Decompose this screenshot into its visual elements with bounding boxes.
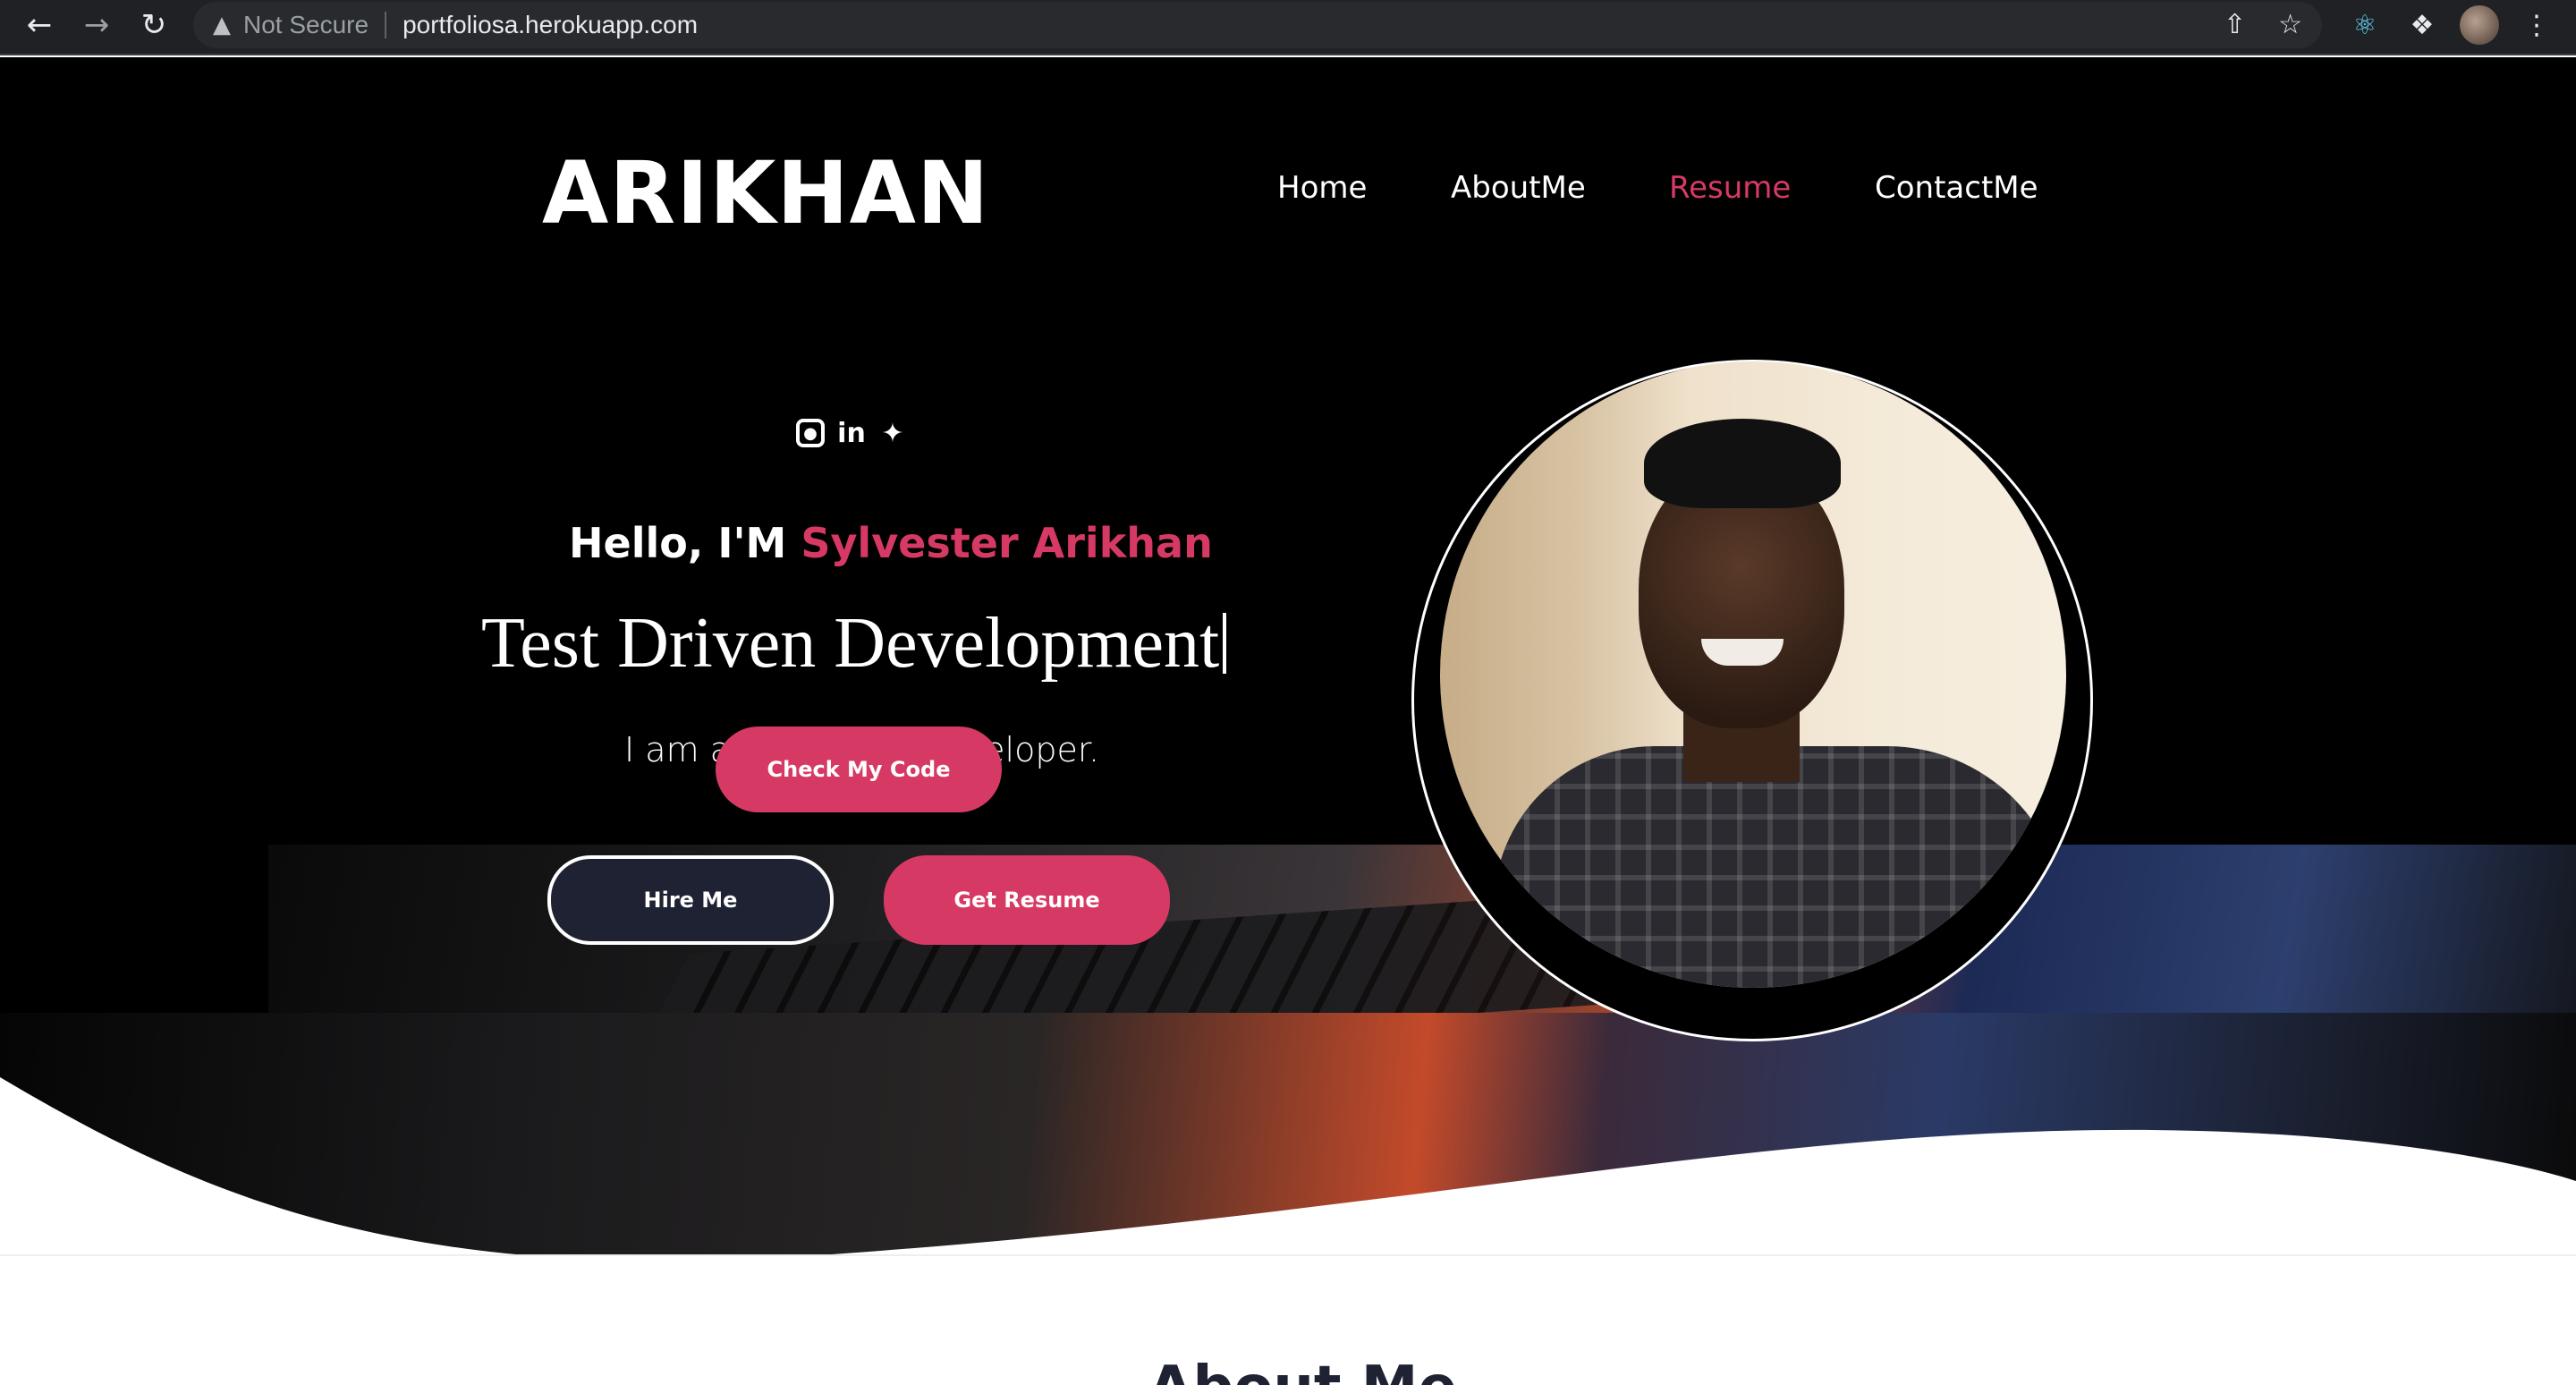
nav-aboutme[interactable]: AboutMe <box>1451 170 1586 206</box>
nav-home[interactable]: Home <box>1277 170 1367 206</box>
github-icon[interactable]: ● <box>796 419 825 447</box>
profile-avatar[interactable] <box>2460 5 2499 45</box>
forward-icon[interactable]: → <box>77 5 116 45</box>
typing-caret <box>1223 613 1227 674</box>
back-icon[interactable]: ← <box>20 5 59 45</box>
typing-tagline: Test Driven Development <box>481 603 1227 684</box>
profile-photo <box>1440 361 2066 988</box>
greeting-text: Hello, I'M <box>569 519 801 567</box>
react-extension-icon[interactable]: ⚛ <box>2345 5 2385 45</box>
greeting: Hello, I'M Sylvester Arikhan <box>569 519 1213 567</box>
browser-toolbar: ← → ↻ ▲ Not Secure portfoliosa.herokuapp… <box>0 0 2576 55</box>
nav-contactme[interactable]: ContactMe <box>1875 170 2038 206</box>
address-separator <box>385 12 387 38</box>
nav-resume[interactable]: Resume <box>1669 170 1791 206</box>
linkedin-icon[interactable]: in <box>837 418 866 449</box>
hire-me-button[interactable]: Hire Me <box>547 855 834 945</box>
security-label[interactable]: Not Secure <box>243 11 369 39</box>
page: ARIKHAN Home AboutMe Resume ContactMe ● … <box>0 57 2576 1385</box>
about-heading: About Me <box>1148 1355 1457 1385</box>
get-resume-button[interactable]: Get Resume <box>884 855 1170 945</box>
address-bar[interactable]: ▲ Not Secure portfoliosa.herokuapp.com ⇧… <box>193 2 2322 48</box>
reload-icon[interactable]: ↻ <box>134 5 174 45</box>
warning-icon[interactable]: ▲ <box>213 12 231 38</box>
photo-hair <box>1644 419 1841 508</box>
menu-icon[interactable]: ⋮ <box>2517 5 2556 45</box>
hero-section: ARIKHAN Home AboutMe Resume ContactMe ● … <box>0 57 2576 1256</box>
url-text[interactable]: portfoliosa.herokuapp.com <box>402 11 698 39</box>
section-divider <box>0 1254 2576 1256</box>
share-icon[interactable]: ⇧ <box>2224 9 2246 40</box>
social-links: ● in ✦ <box>796 418 907 449</box>
tagline-text: Test Driven Development <box>481 604 1220 683</box>
brand-logo[interactable]: ARIKHAN <box>542 143 989 243</box>
star-icon[interactable]: ☆ <box>2278 9 2302 40</box>
owner-name: Sylvester Arikhan <box>801 519 1213 567</box>
twitter-icon[interactable]: ✦ <box>878 418 907 449</box>
hero-wave-divider <box>0 1077 2576 1256</box>
check-my-code-button[interactable]: Check My Code <box>716 726 1002 812</box>
extensions-icon[interactable]: ❖ <box>2402 5 2442 45</box>
photo-shirt <box>1494 746 2066 988</box>
